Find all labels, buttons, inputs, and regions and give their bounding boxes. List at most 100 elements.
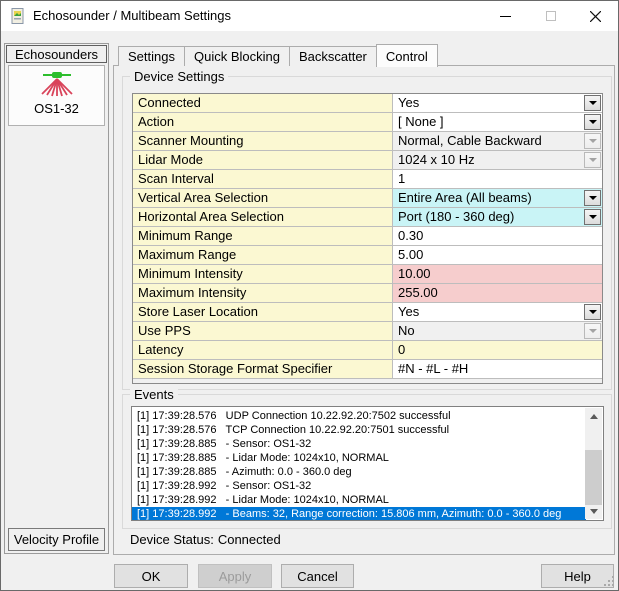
ok-button[interactable]: OK bbox=[114, 564, 188, 588]
device-label: OS1-32 bbox=[34, 101, 79, 116]
velocity-profile-button[interactable]: Velocity Profile bbox=[8, 528, 105, 551]
tab-settings[interactable]: Settings bbox=[118, 46, 185, 66]
event-row[interactable]: [1] 17:39:28.992 - Lidar Mode: 1024x10, … bbox=[132, 493, 586, 507]
setting-value-cell[interactable]: 1 bbox=[393, 170, 602, 188]
setting-label: Store Laser Location bbox=[133, 303, 393, 321]
dropdown-button[interactable] bbox=[584, 190, 601, 206]
tab-control[interactable]: Control bbox=[376, 44, 438, 67]
table-row: Action [ None ] bbox=[133, 113, 602, 132]
setting-label: Use PPS bbox=[133, 322, 393, 340]
setting-value: No bbox=[393, 322, 602, 340]
apply-button[interactable]: Apply bbox=[198, 564, 272, 588]
setting-value: 0.30 bbox=[393, 227, 602, 245]
close-button[interactable] bbox=[573, 1, 618, 31]
event-row[interactable]: [1] 17:39:28.992 - Beams: 32, Range corr… bbox=[132, 507, 586, 521]
setting-value-cell[interactable]: No bbox=[393, 322, 602, 340]
events-listbox[interactable]: [1] 17:39:28.576 UDP Connection 10.22.92… bbox=[131, 406, 604, 521]
resize-grip[interactable] bbox=[612, 584, 614, 586]
echosounders-header: Echosounders bbox=[6, 45, 107, 63]
event-row[interactable]: [1] 17:39:28.885 - Azimuth: 0.0 - 360.0 … bbox=[132, 465, 586, 479]
scrollbar-track[interactable] bbox=[585, 424, 602, 503]
dropdown-button[interactable] bbox=[584, 95, 601, 111]
device-settings-group: Device Settings Connected Yes Action [ N… bbox=[122, 76, 612, 390]
scroll-up-icon[interactable] bbox=[585, 408, 602, 424]
dropdown-button[interactable] bbox=[584, 133, 601, 149]
event-row[interactable]: [1] 17:39:28.992 - Sensor: OS1-32 bbox=[132, 479, 586, 493]
events-list: [1] 17:39:28.576 UDP Connection 10.22.92… bbox=[132, 409, 603, 520]
table-row: Minimum Intensity 10.00 bbox=[133, 265, 602, 284]
titlebar[interactable]: Echosounder / Multibeam Settings bbox=[1, 1, 618, 31]
setting-value: Normal, Cable Backward bbox=[393, 132, 602, 150]
scroll-down-icon[interactable] bbox=[585, 503, 602, 519]
setting-label: Horizontal Area Selection bbox=[133, 208, 393, 226]
setting-label: Maximum Intensity bbox=[133, 284, 393, 302]
device-status-line: Device Status: Connected bbox=[130, 532, 281, 547]
setting-value-cell[interactable]: [ None ] bbox=[393, 113, 602, 131]
setting-value: #N - #L - #H bbox=[393, 360, 602, 378]
setting-value-cell[interactable]: 1024 x 10 Hz bbox=[393, 151, 602, 169]
setting-value-cell[interactable]: 0.30 bbox=[393, 227, 602, 245]
setting-value-cell[interactable]: #N - #L - #H bbox=[393, 360, 602, 378]
dropdown-button[interactable] bbox=[584, 209, 601, 225]
chevron-down-icon bbox=[589, 158, 597, 162]
table-row: Horizontal Area Selection Port (180 - 36… bbox=[133, 208, 602, 227]
maximize-button[interactable] bbox=[528, 1, 573, 31]
help-button[interactable]: Help bbox=[541, 564, 614, 588]
table-row: Lidar Mode 1024 x 10 Hz bbox=[133, 151, 602, 170]
setting-value-cell[interactable]: Port (180 - 360 deg) bbox=[393, 208, 602, 226]
device-item-os1-32[interactable]: OS1-32 bbox=[8, 65, 105, 126]
events-scrollbar[interactable] bbox=[585, 408, 602, 519]
setting-value: 10.00 bbox=[393, 265, 602, 283]
tab-backscatter[interactable]: Backscatter bbox=[289, 46, 377, 66]
chevron-down-icon bbox=[589, 329, 597, 333]
table-row: Scan Interval 1 bbox=[133, 170, 602, 189]
setting-label: Scan Interval bbox=[133, 170, 393, 188]
event-row[interactable]: [1] 17:39:28.885 - Sensor: OS1-32 bbox=[132, 437, 586, 451]
setting-value-cell[interactable]: 255.00 bbox=[393, 284, 602, 302]
table-row: Vertical Area Selection Entire Area (All… bbox=[133, 189, 602, 208]
setting-value-cell[interactable]: Entire Area (All beams) bbox=[393, 189, 602, 207]
setting-value: Yes bbox=[393, 303, 602, 321]
event-row[interactable]: [1] 17:39:28.885 - Lidar Mode: 1024x10, … bbox=[132, 451, 586, 465]
setting-value: [ None ] bbox=[393, 113, 602, 131]
table-row: Scanner Mounting Normal, Cable Backward bbox=[133, 132, 602, 151]
setting-value-cell[interactable]: Normal, Cable Backward bbox=[393, 132, 602, 150]
event-row[interactable]: [1] 17:39:28.576 TCP Connection 10.22.92… bbox=[132, 423, 586, 437]
tab-strip: Settings Quick Blocking Backscatter Cont… bbox=[118, 43, 437, 66]
dropdown-button[interactable] bbox=[584, 323, 601, 339]
setting-value: Entire Area (All beams) bbox=[393, 189, 602, 207]
tab-quick-blocking[interactable]: Quick Blocking bbox=[184, 46, 290, 66]
table-row: Latency 0 bbox=[133, 341, 602, 360]
event-row[interactable]: [1] 17:39:28.576 UDP Connection 10.22.92… bbox=[132, 409, 586, 423]
setting-label: Action bbox=[133, 113, 393, 131]
setting-label: Minimum Range bbox=[133, 227, 393, 245]
settings-dialog: Echosounder / Multibeam Settings Echosou… bbox=[0, 0, 619, 591]
window-title: Echosounder / Multibeam Settings bbox=[33, 8, 231, 23]
setting-value-cell[interactable]: 10.00 bbox=[393, 265, 602, 283]
minimize-button[interactable] bbox=[483, 1, 528, 31]
setting-value-cell[interactable]: Yes bbox=[393, 94, 602, 112]
cancel-button[interactable]: Cancel bbox=[281, 564, 354, 588]
dropdown-button[interactable] bbox=[584, 152, 601, 168]
scrollbar-thumb[interactable] bbox=[585, 450, 602, 505]
setting-value-cell[interactable]: 5.00 bbox=[393, 246, 602, 264]
table-row: Use PPS No bbox=[133, 322, 602, 341]
dropdown-button[interactable] bbox=[584, 114, 601, 130]
events-group-label: Events bbox=[130, 387, 178, 402]
device-settings-grid: Connected Yes Action [ None ] Scanner Mo… bbox=[132, 93, 603, 384]
setting-label: Latency bbox=[133, 341, 393, 359]
setting-label: Lidar Mode bbox=[133, 151, 393, 169]
control-tab-page: Device Settings Connected Yes Action [ N… bbox=[113, 65, 615, 555]
setting-value-cell[interactable]: Yes bbox=[393, 303, 602, 321]
setting-value: 0 bbox=[393, 341, 602, 359]
chevron-down-icon bbox=[589, 101, 597, 105]
dropdown-button[interactable] bbox=[584, 304, 601, 320]
setting-value: 1 bbox=[393, 170, 602, 188]
chevron-down-icon bbox=[589, 120, 597, 124]
setting-value-cell[interactable]: 0 bbox=[393, 341, 602, 359]
table-row: Store Laser Location Yes bbox=[133, 303, 602, 322]
device-status-label: Device Status: bbox=[130, 532, 214, 547]
table-row: Maximum Intensity 255.00 bbox=[133, 284, 602, 303]
table-row: Session Storage Format Specifier #N - #L… bbox=[133, 360, 602, 379]
setting-value: 5.00 bbox=[393, 246, 602, 264]
